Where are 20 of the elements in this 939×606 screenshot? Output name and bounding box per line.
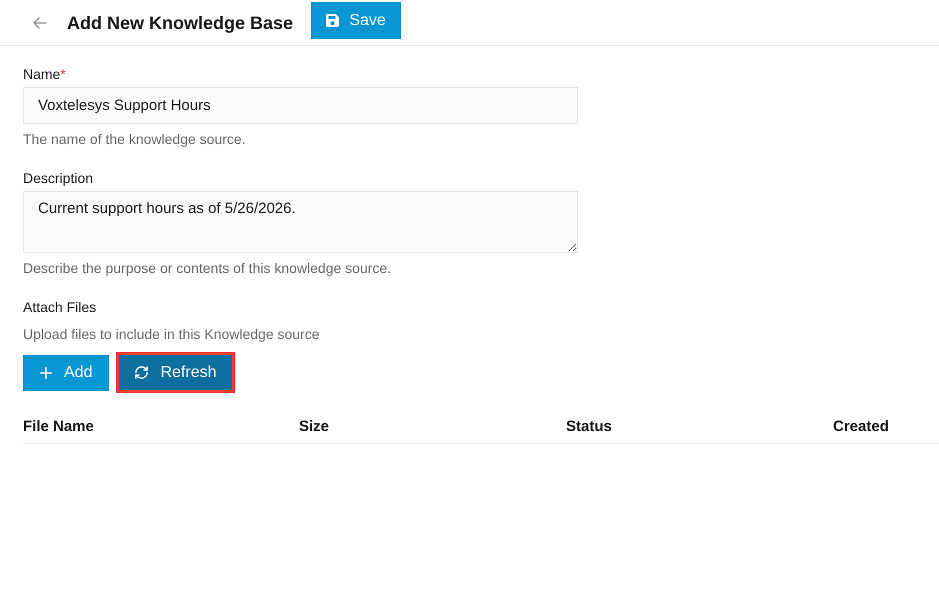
- column-header: File Name: [23, 418, 94, 434]
- field-help-text: The name of the knowledge source.: [23, 130, 246, 148]
- column-header: Size: [299, 418, 330, 434]
- column-header: Status: [566, 418, 612, 434]
- refresh-icon: [134, 365, 150, 380]
- name-input[interactable]: Voxtelesys Support Hours: [23, 87, 578, 124]
- plus-icon: [40, 366, 52, 378]
- field-label: Name*: [23, 65, 66, 84]
- section-subtitle: Upload files to include in this Knowledge source: [23, 325, 320, 343]
- refresh-button[interactable]: Refresh: [116, 352, 234, 393]
- field-help-text: Describe the purpose or contents of this knowledge source.: [23, 259, 392, 277]
- page-title: Add New Knowledge Base: [67, 12, 294, 34]
- back-arrow-icon[interactable]: [33, 16, 47, 28]
- section-title: Attach Files: [23, 298, 96, 317]
- field-label: Description: [23, 169, 94, 188]
- add-button[interactable]: Add: [23, 354, 110, 390]
- save-button[interactable]: Save: [311, 2, 402, 39]
- save-icon: [326, 14, 340, 27]
- column-header: Created: [833, 418, 889, 434]
- description-textarea[interactable]: Current support hours as of 5/26/2026.: [23, 191, 578, 253]
